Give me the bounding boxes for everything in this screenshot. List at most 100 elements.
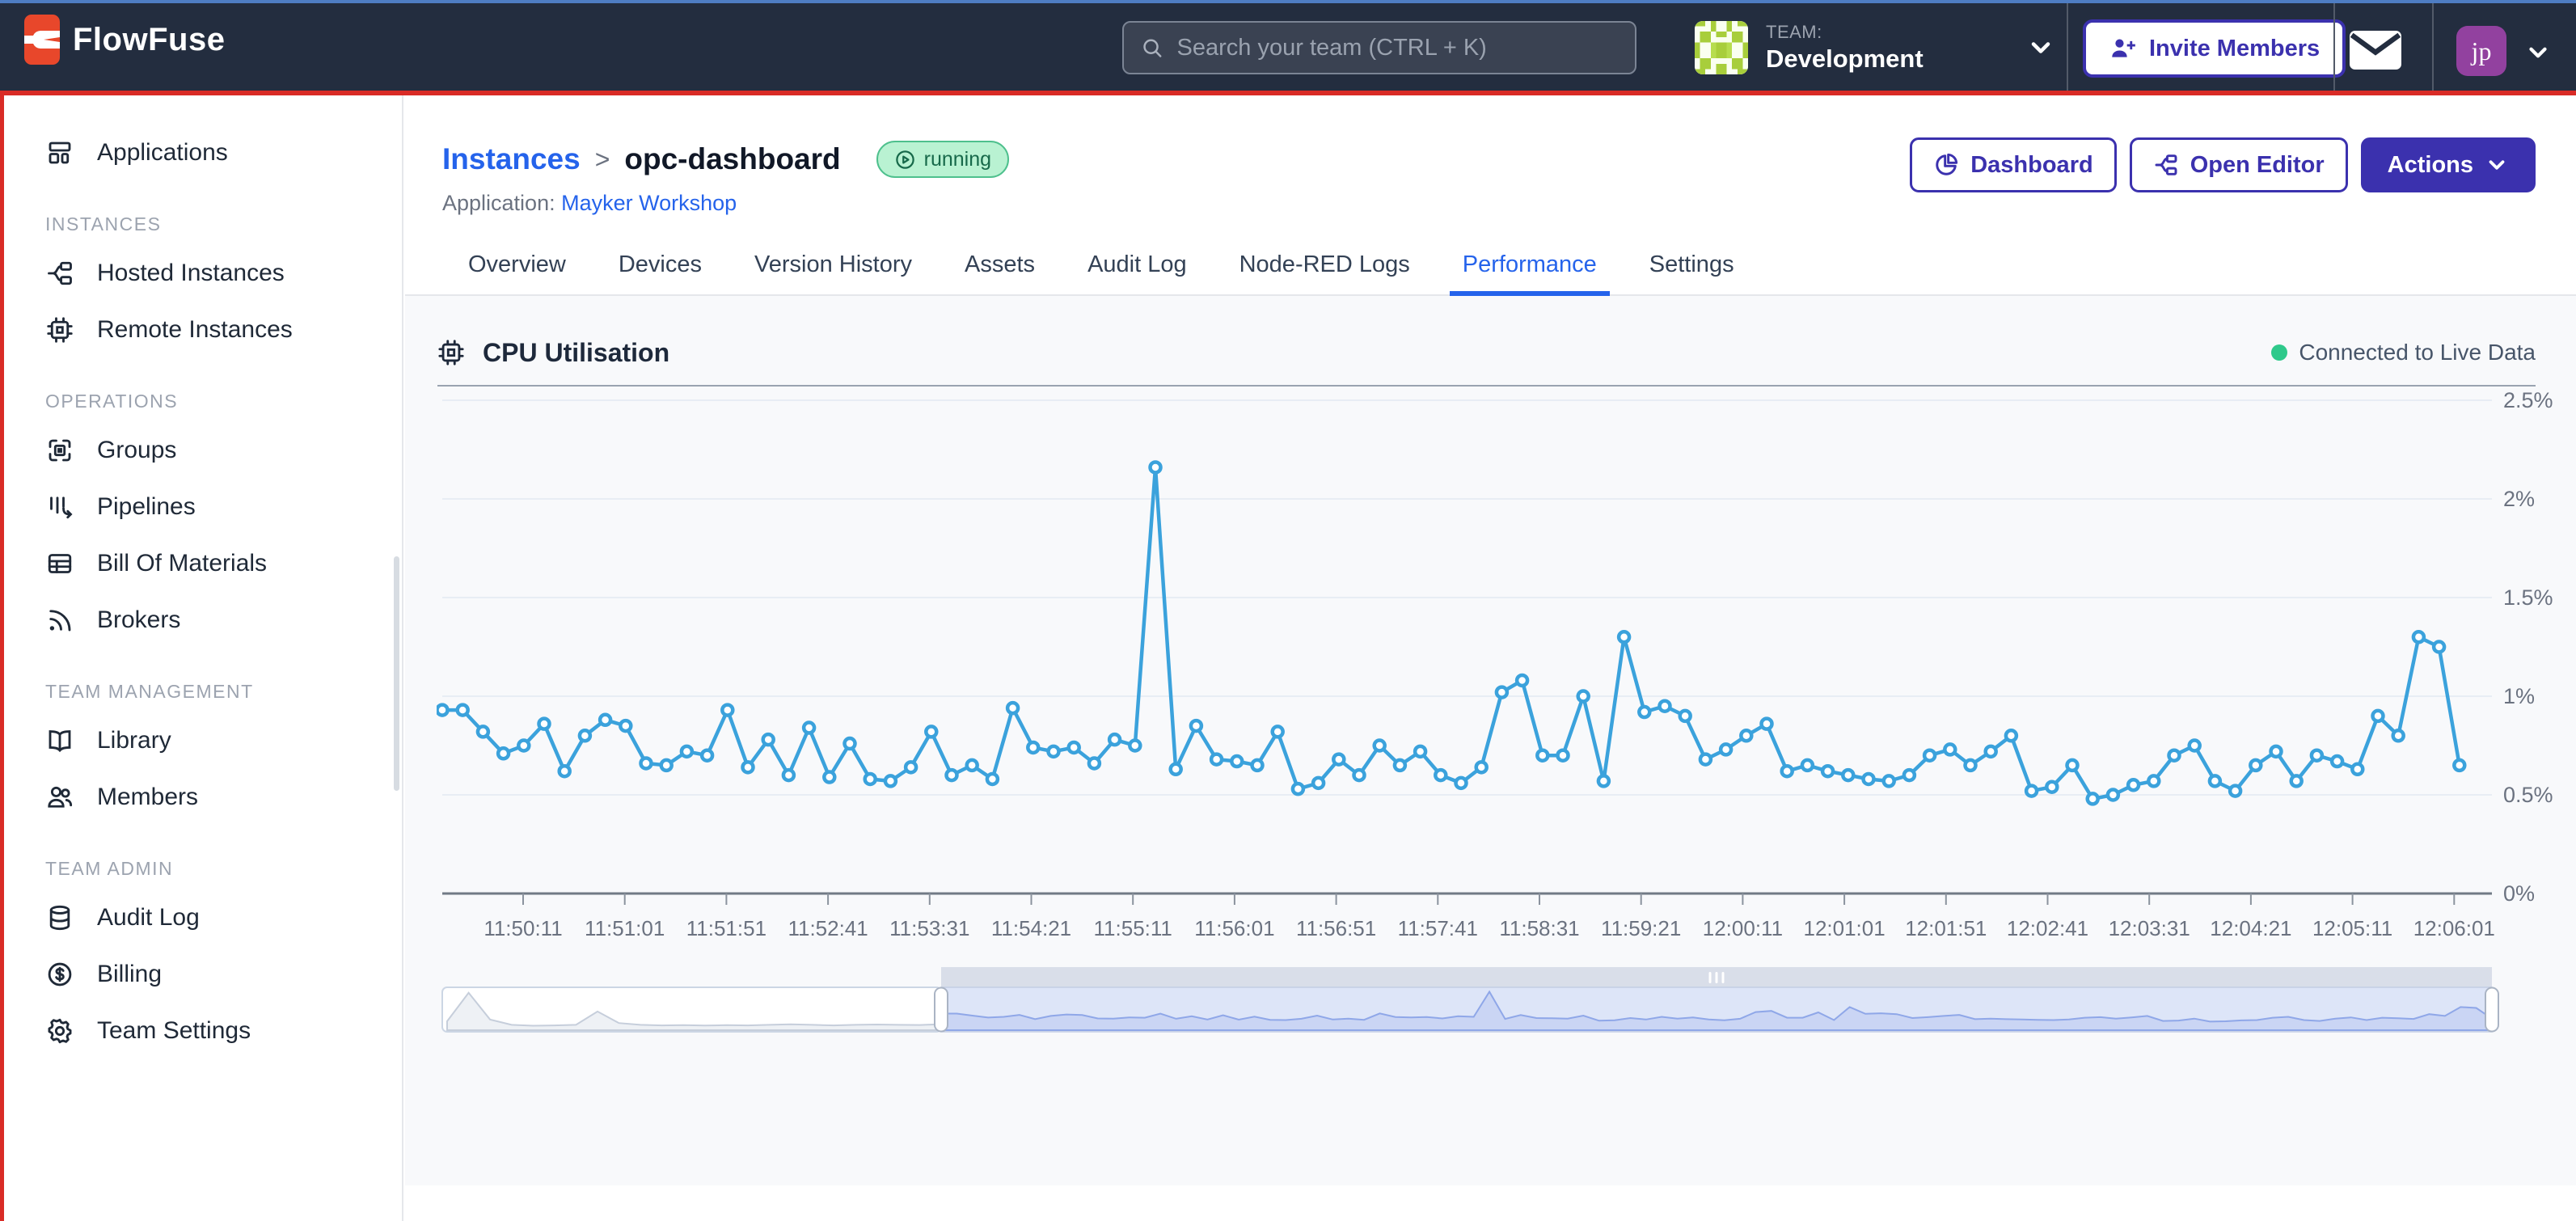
data-point[interactable] <box>926 726 936 737</box>
sidebar-scrollbar[interactable] <box>394 556 399 791</box>
data-point[interactable] <box>1802 760 1813 771</box>
brush-handle-left[interactable] <box>935 988 948 1032</box>
data-point[interactable] <box>2169 750 2180 761</box>
data-point[interactable] <box>478 726 488 737</box>
data-point[interactable] <box>1517 675 1527 686</box>
sidebar-item-hosted-instances[interactable]: Hosted Instances <box>0 245 402 302</box>
data-point[interactable] <box>1313 778 1324 788</box>
data-point[interactable] <box>2026 786 2037 796</box>
sidebar-item-members[interactable]: Members <box>0 769 402 826</box>
data-point[interactable] <box>1049 746 1059 757</box>
application-link[interactable]: Mayker Workshop <box>561 191 737 215</box>
data-point[interactable] <box>600 715 610 725</box>
data-point[interactable] <box>661 760 672 771</box>
data-point[interactable] <box>2046 782 2057 792</box>
data-point[interactable] <box>2352 764 2363 775</box>
user-menu-chevron-icon[interactable] <box>2524 39 2552 66</box>
data-point[interactable] <box>1700 754 1711 765</box>
data-point[interactable] <box>1069 742 1079 753</box>
data-point[interactable] <box>1252 760 1263 771</box>
data-point[interactable] <box>682 746 692 757</box>
data-point[interactable] <box>1945 744 1955 754</box>
data-point[interactable] <box>1028 742 1038 753</box>
data-point[interactable] <box>2108 790 2118 801</box>
data-point[interactable] <box>2128 779 2139 790</box>
data-point[interactable] <box>1497 687 1507 698</box>
data-point[interactable] <box>2332 756 2342 767</box>
sidebar-item-remote-instances[interactable]: Remote Instances <box>0 302 402 358</box>
data-point[interactable] <box>1864 774 1874 784</box>
data-point[interactable] <box>1639 707 1649 717</box>
data-point[interactable] <box>1782 766 1793 776</box>
tab-node-red-logs[interactable]: Node-RED Logs <box>1227 240 1423 294</box>
sidebar-item-pipelines[interactable]: Pipelines <box>0 479 402 535</box>
data-point[interactable] <box>1191 720 1201 731</box>
data-point[interactable] <box>518 741 529 751</box>
data-point[interactable] <box>580 730 590 741</box>
data-point[interactable] <box>1211 754 1222 765</box>
data-point[interactable] <box>1660 701 1670 712</box>
data-point[interactable] <box>743 762 754 772</box>
open-editor-button[interactable]: Open Editor <box>2130 137 2348 192</box>
breadcrumb-instances-link[interactable]: Instances <box>442 142 581 176</box>
data-point[interactable] <box>1680 711 1691 721</box>
data-point[interactable] <box>1007 703 1018 713</box>
data-point[interactable] <box>906 762 916 772</box>
data-point[interactable] <box>2210 775 2220 786</box>
search-bar[interactable] <box>1122 21 1636 74</box>
data-point[interactable] <box>1558 750 1569 761</box>
sidebar-item-billing[interactable]: Billing <box>0 946 402 1003</box>
data-point[interactable] <box>1741 730 1751 741</box>
data-point[interactable] <box>722 705 733 716</box>
mail-icon[interactable] <box>2350 31 2401 70</box>
data-point[interactable] <box>1578 691 1589 702</box>
tab-settings[interactable]: Settings <box>1636 240 1747 294</box>
data-point[interactable] <box>1619 632 1629 642</box>
data-point[interactable] <box>1598 775 1609 786</box>
data-point[interactable] <box>2413 632 2424 642</box>
data-point[interactable] <box>2230 786 2240 796</box>
data-point[interactable] <box>987 774 998 784</box>
data-point[interactable] <box>1293 784 1303 794</box>
data-point[interactable] <box>2373 711 2384 721</box>
data-point[interactable] <box>1109 734 1120 745</box>
data-point[interactable] <box>1884 775 1894 786</box>
data-point[interactable] <box>2393 730 2404 741</box>
data-point[interactable] <box>458 705 468 716</box>
data-point[interactable] <box>804 723 814 733</box>
data-point[interactable] <box>1904 770 1915 780</box>
data-point[interactable] <box>1843 770 1853 780</box>
data-point[interactable] <box>620 720 631 731</box>
data-point[interactable] <box>539 719 550 729</box>
tab-version-history[interactable]: Version History <box>741 240 925 294</box>
data-point[interactable] <box>1151 462 1161 472</box>
data-point[interactable] <box>641 758 652 768</box>
data-point[interactable] <box>967 760 978 771</box>
tab-performance[interactable]: Performance <box>1450 240 1610 294</box>
team-selector[interactable]: TEAM: Development <box>1695 16 2055 79</box>
actions-button[interactable]: Actions <box>2361 137 2536 192</box>
data-point[interactable] <box>1435 770 1446 780</box>
brand[interactable]: FlowFuse <box>24 15 225 65</box>
tab-overview[interactable]: Overview <box>455 240 579 294</box>
data-point[interactable] <box>2312 750 2322 761</box>
data-point[interactable] <box>763 734 774 745</box>
data-point[interactable] <box>2250 760 2261 771</box>
data-point[interactable] <box>2006 730 2016 741</box>
data-point[interactable] <box>560 766 570 776</box>
data-point[interactable] <box>1171 764 1181 775</box>
sidebar-item-library[interactable]: Library <box>0 712 402 769</box>
data-point[interactable] <box>783 770 794 780</box>
data-point[interactable] <box>1231 756 1242 767</box>
search-input[interactable] <box>1177 35 1619 61</box>
data-point[interactable] <box>2190 741 2200 751</box>
tab-audit-log[interactable]: Audit Log <box>1075 240 1200 294</box>
data-point[interactable] <box>885 775 896 786</box>
data-point[interactable] <box>947 770 957 780</box>
data-point[interactable] <box>2067 760 2078 771</box>
dashboard-button[interactable]: Dashboard <box>1910 137 2116 192</box>
tab-devices[interactable]: Devices <box>606 240 715 294</box>
data-point[interactable] <box>1375 741 1385 751</box>
sidebar-item-audit-log[interactable]: Audit Log <box>0 889 402 946</box>
data-point[interactable] <box>1762 719 1772 729</box>
